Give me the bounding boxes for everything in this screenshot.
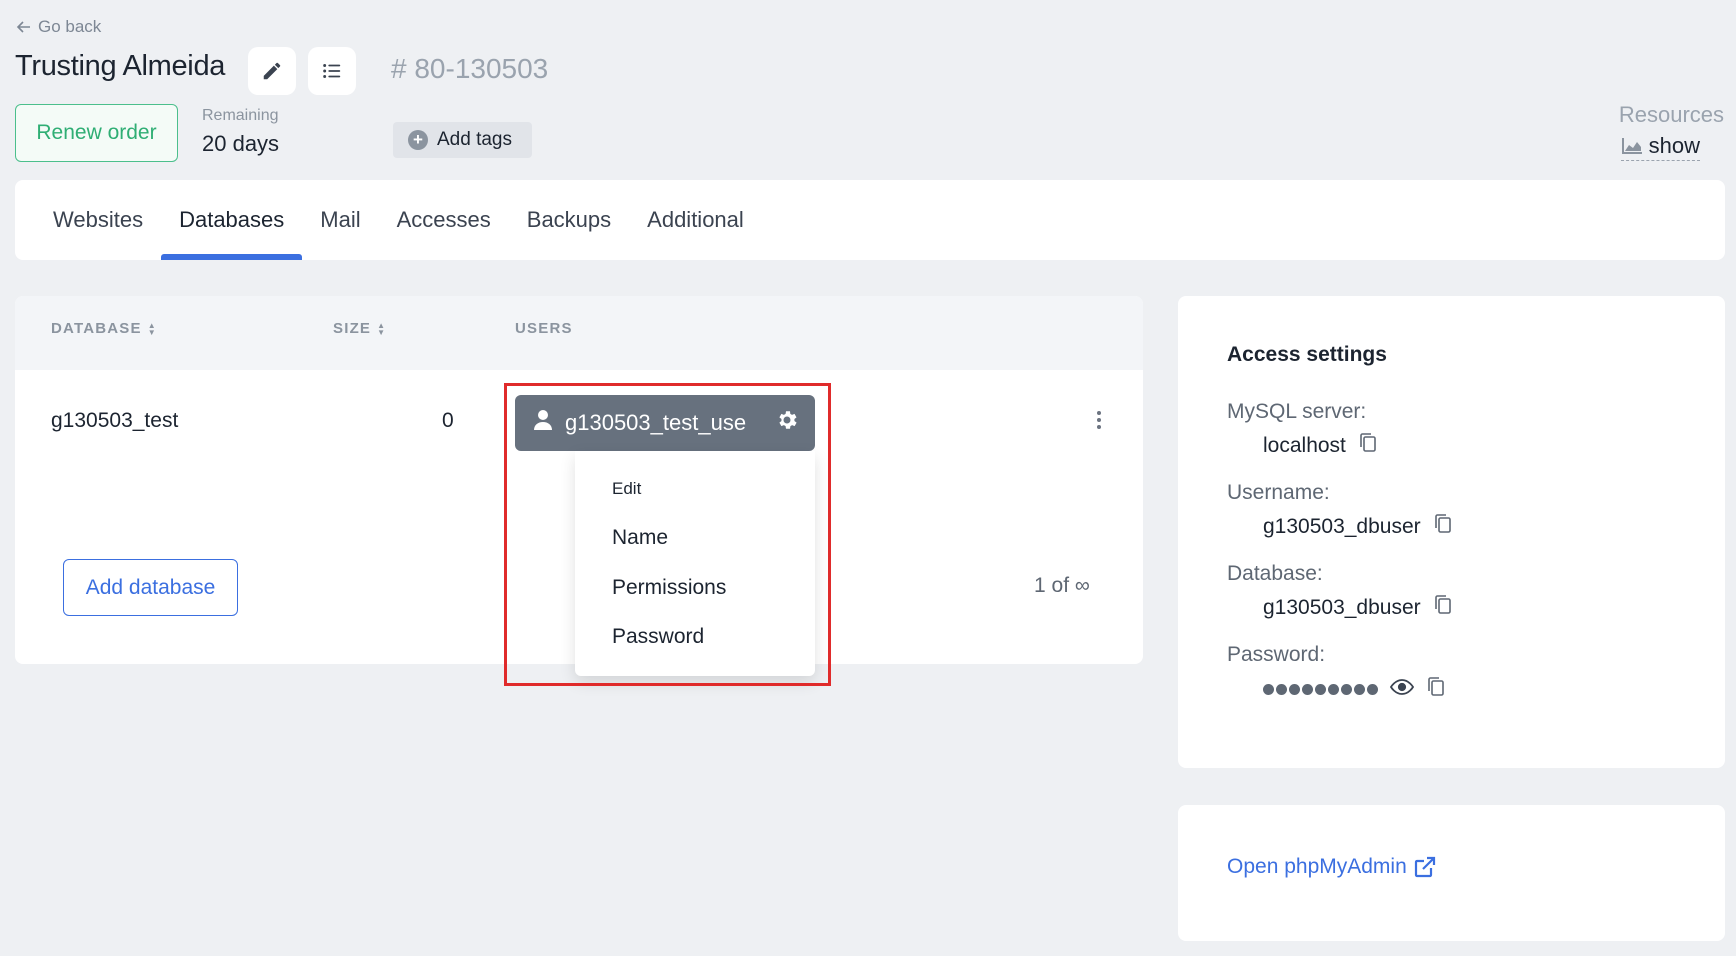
remaining-value: 20 days (202, 131, 280, 156)
edit-button[interactable] (248, 47, 296, 95)
column-users: USERS (515, 320, 573, 337)
database-size-cell: 0 (442, 409, 454, 432)
access-settings-title: Access settings (1227, 343, 1387, 366)
renew-order-button[interactable]: Renew order (15, 104, 178, 162)
open-phpmyadmin-link[interactable]: Open phpMyAdmin (1227, 855, 1436, 879)
mysql-server-label: MySQL server: (1227, 400, 1367, 423)
pencil-icon (263, 62, 281, 80)
pagination-info: 1 of ∞ (1034, 574, 1090, 597)
sort-icon: ▲ ▼ (377, 320, 387, 337)
tab-websites[interactable]: Websites (35, 180, 161, 260)
password-label: Password: (1227, 643, 1326, 666)
copy-icon[interactable] (1433, 594, 1452, 621)
arrow-left-icon (16, 21, 30, 33)
database-value: g130503_dbuser (1263, 594, 1452, 621)
add-tags-label: Add tags (437, 129, 512, 150)
access-settings-card: Access settings MySQL server: localhost … (1178, 296, 1725, 768)
sort-icon: ▲ ▼ (147, 320, 157, 337)
tab-backups[interactable]: Backups (509, 180, 629, 260)
copy-icon[interactable] (1358, 432, 1377, 459)
database-label: Database: (1227, 562, 1323, 585)
database-name-cell: g130503_test (51, 409, 179, 432)
password-value (1263, 676, 1445, 703)
external-link-icon (1414, 856, 1435, 878)
tab-bar: Websites Databases Mail Accesses Backups… (15, 180, 1725, 260)
phpmyadmin-card: Open phpMyAdmin (1178, 805, 1725, 941)
username-label: Username: (1227, 481, 1330, 504)
tab-additional[interactable]: Additional (629, 180, 762, 260)
resources-label: Resources (1618, 102, 1724, 127)
go-back-link[interactable]: Go back (16, 17, 101, 37)
resources-show-label: show (1648, 133, 1700, 158)
list-icon (323, 64, 341, 78)
resources-show-toggle[interactable]: show (1620, 133, 1700, 161)
tab-accesses[interactable]: Accesses (379, 180, 509, 260)
copy-icon[interactable] (1433, 513, 1452, 540)
remaining-label: Remaining (202, 107, 279, 124)
highlight-box (504, 383, 831, 686)
add-database-button[interactable]: Add database (63, 559, 238, 616)
area-chart-icon (1621, 138, 1642, 154)
copy-icon[interactable] (1426, 676, 1445, 703)
go-back-label: Go back (38, 17, 102, 36)
table-header: DATABASE ▲ ▼ SIZE ▲ ▼ USERS (15, 296, 1143, 370)
username-value: g130503_dbuser (1263, 513, 1452, 540)
add-tags-button[interactable]: + Add tags (393, 122, 532, 158)
password-masked (1263, 684, 1378, 695)
row-actions-kebab-icon[interactable] (1097, 411, 1101, 429)
column-size[interactable]: SIZE ▲ ▼ (333, 320, 386, 337)
tab-mail[interactable]: Mail (302, 180, 378, 260)
mysql-server-value: localhost (1263, 432, 1377, 459)
list-button[interactable] (308, 47, 356, 95)
page-title: Trusting Almeida (15, 50, 226, 82)
eye-icon[interactable] (1389, 678, 1415, 702)
tab-databases[interactable]: Databases (161, 180, 303, 260)
plus-circle-icon: + (408, 130, 428, 150)
order-number: # 80-130503 (391, 53, 549, 84)
column-database[interactable]: DATABASE ▲ ▼ (51, 320, 157, 337)
